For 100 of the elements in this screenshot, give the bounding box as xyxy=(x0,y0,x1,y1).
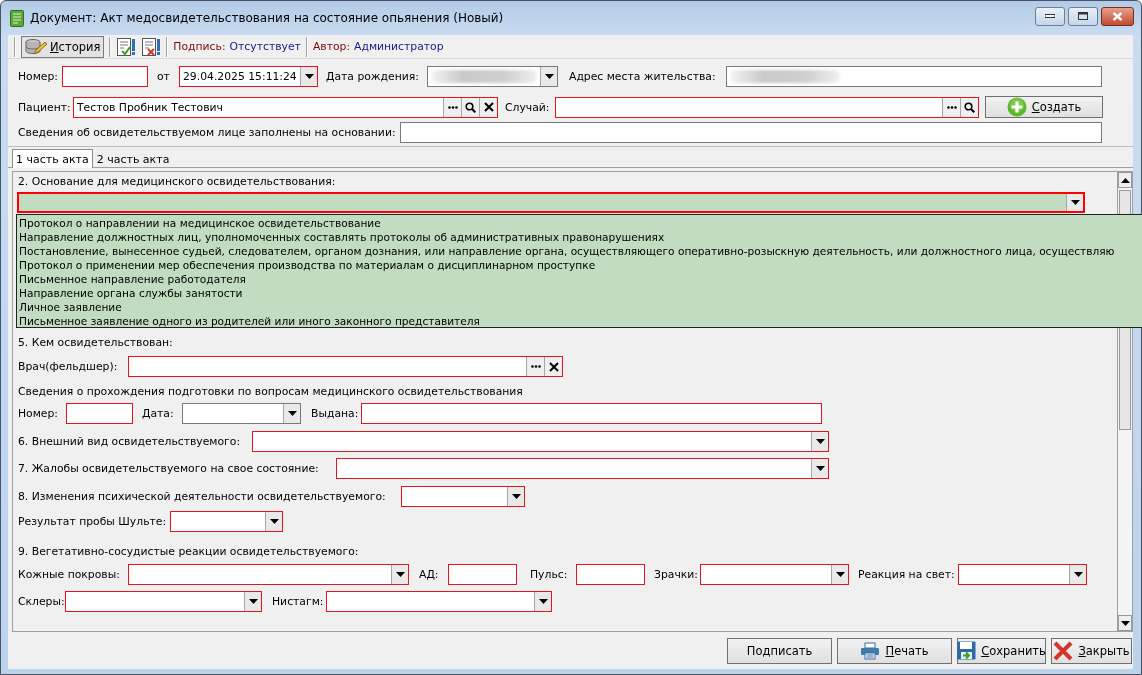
create-button[interactable]: Создать xyxy=(985,96,1103,118)
combo-box[interactable] xyxy=(128,564,409,585)
input-field[interactable] xyxy=(400,122,1102,143)
dropdown-button[interactable] xyxy=(540,67,557,86)
caret-icon xyxy=(269,519,279,524)
combo-box[interactable] xyxy=(252,431,829,452)
signature-label: Подпись: xyxy=(173,40,226,53)
input-field[interactable] xyxy=(66,403,133,424)
dropdown-button[interactable] xyxy=(300,67,317,86)
document-delete-icon[interactable] xyxy=(141,36,162,57)
browse-button[interactable] xyxy=(443,97,461,117)
dropdown-button[interactable] xyxy=(811,432,828,451)
field-label: Врач(фельдшер): xyxy=(18,360,119,373)
dropdown-button[interactable] xyxy=(507,487,524,506)
window-title: Документ: Акт медосвидетельствования на состояние опьянения (Новый) xyxy=(30,11,504,25)
caret-icon xyxy=(395,572,405,577)
combo-box[interactable] xyxy=(427,66,558,87)
combo-box[interactable] xyxy=(182,403,301,424)
field-label: 6. Внешний вид освидетельствуемого: xyxy=(18,435,242,448)
field-label: АД: xyxy=(419,568,440,581)
combo-box[interactable]: 29.04.2025 15:11:24 xyxy=(179,66,318,87)
sign-button[interactable]: Подписать xyxy=(727,637,832,664)
field-label: Номер: xyxy=(18,70,59,83)
maximize-icon xyxy=(1078,12,1088,20)
dropdown-button[interactable] xyxy=(244,592,261,611)
lookup-field[interactable] xyxy=(128,356,563,377)
dropdown-option[interactable]: Личное заявление xyxy=(17,300,1142,314)
dropdown-option[interactable]: Письменное направление работодателя xyxy=(17,272,1142,286)
clear-button[interactable] xyxy=(544,357,562,376)
caret-icon xyxy=(304,74,314,79)
lookup-field[interactable]: Тестов Пробник Тестович xyxy=(73,96,498,118)
field-label: Выдана: xyxy=(311,407,360,420)
combo-box[interactable] xyxy=(958,564,1087,585)
field-label: Сведения об освидетельствуемом лице заполнены на основании: xyxy=(18,126,397,139)
tab[interactable]: 2 часть акта xyxy=(92,150,174,167)
minimize-button[interactable] xyxy=(1035,6,1065,26)
input-field[interactable] xyxy=(361,403,822,424)
dropdown-button[interactable] xyxy=(534,592,551,611)
dropdown-button[interactable] xyxy=(265,512,282,531)
dropdown-option[interactable]: Направление должностных лиц, уполномоченных составлять протоколы об административных правонарушениях xyxy=(17,230,1142,244)
tab[interactable]: 1 часть акта xyxy=(12,149,93,168)
input-field[interactable] xyxy=(62,66,148,87)
field-label: Пациент: xyxy=(18,100,72,114)
print-button[interactable]: Печать xyxy=(837,637,952,664)
scroll-down-button[interactable] xyxy=(1118,615,1132,631)
dropdown-option[interactable]: Направление органа службы занятости xyxy=(17,286,1142,300)
scroll-up-button[interactable] xyxy=(1118,172,1132,188)
save-button[interactable]: Сохранить xyxy=(957,637,1046,664)
field-label: от xyxy=(157,70,171,83)
caret-icon xyxy=(248,599,258,604)
dropdown-option[interactable]: Постановление, вынесенное судьей, следователем, органом дознания, или направление органа, осуществляющего оперативно-розыскную деятельность, или должностного лица, осуществляю xyxy=(17,244,1142,258)
browse-button[interactable] xyxy=(526,357,544,376)
dropdown-button[interactable] xyxy=(811,459,828,478)
ellipsis-icon xyxy=(946,105,957,109)
field-label: Реакция на свет: xyxy=(858,568,956,581)
close-button[interactable] xyxy=(1101,6,1134,26)
up-arrow-icon xyxy=(1120,177,1130,183)
history-button[interactable]: История xyxy=(21,35,105,58)
search-button[interactable] xyxy=(461,97,479,117)
caret-icon xyxy=(511,494,521,499)
field-label: Номер: xyxy=(18,407,59,420)
caret-icon xyxy=(287,411,297,416)
search-button[interactable] xyxy=(960,97,978,117)
dropdown-option[interactable]: Протокол о направлении на медицинское освидетельствование xyxy=(17,216,1142,230)
section-heading: Сведения о прохождения подготовки по вопросам медицинского освидетельствования xyxy=(18,384,523,398)
field-label: Дата рождения: xyxy=(326,70,420,83)
combo-box[interactable] xyxy=(326,591,552,612)
section-heading: 2. Основание для медицинского освидетельствования: xyxy=(18,174,336,188)
input-field[interactable] xyxy=(448,564,517,585)
input-field[interactable] xyxy=(576,564,645,585)
combo-box[interactable] xyxy=(401,486,525,507)
search-icon xyxy=(465,101,476,113)
ellipsis-icon xyxy=(530,365,541,368)
dropdown-option[interactable]: Письменное заявление одного из родителей или иного законного представителя xyxy=(17,314,1142,327)
section-heading: 5. Кем освидетельствован: xyxy=(18,335,173,349)
close-button[interactable]: Закрыть xyxy=(1051,637,1132,664)
lookup-field[interactable] xyxy=(555,96,979,118)
combo-box[interactable] xyxy=(336,458,829,479)
dropdown-button[interactable] xyxy=(391,565,408,584)
combo-box[interactable] xyxy=(65,591,262,612)
close-icon xyxy=(548,361,559,372)
browse-button[interactable] xyxy=(942,97,960,117)
field-label: Нистагм: xyxy=(272,595,325,608)
clear-button[interactable] xyxy=(479,97,497,117)
dropdown-button[interactable] xyxy=(831,565,848,584)
field-label: Кожные покровы: xyxy=(18,568,121,581)
maximize-button[interactable] xyxy=(1068,6,1098,26)
combo-box[interactable] xyxy=(170,511,283,532)
dropdown-button[interactable] xyxy=(283,404,300,423)
caret-icon xyxy=(815,439,825,444)
dropdown-option[interactable]: Протокол о применении мер обеспечения производства по материалам о дисциплинарном проступке xyxy=(17,258,1142,272)
combo-box[interactable] xyxy=(700,564,849,585)
field-label: 8. Изменения психической деятельности освидетельствуемого: xyxy=(18,490,387,503)
input-field[interactable] xyxy=(726,66,1102,87)
dropdown-button[interactable] xyxy=(1069,565,1086,584)
dropdown-button[interactable] xyxy=(1066,194,1083,211)
ellipsis-icon xyxy=(447,105,458,109)
document-check-icon[interactable] xyxy=(116,36,137,57)
author-label: Автор: xyxy=(312,40,351,53)
field-label: Случай: xyxy=(505,100,551,114)
